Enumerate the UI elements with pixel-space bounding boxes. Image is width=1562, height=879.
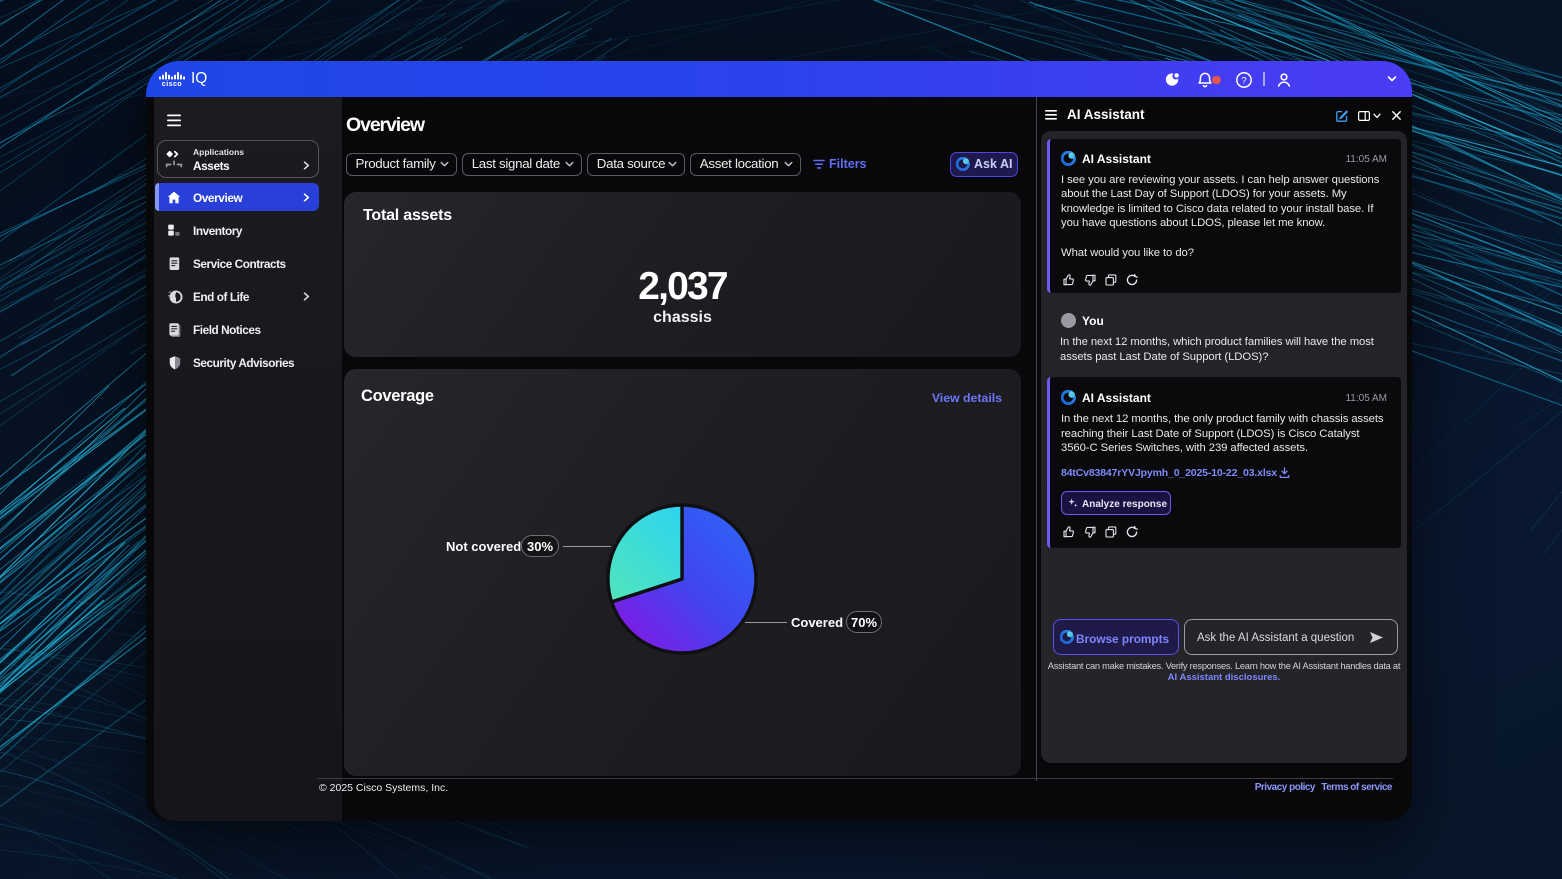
svg-text:?: ? <box>1241 75 1246 86</box>
